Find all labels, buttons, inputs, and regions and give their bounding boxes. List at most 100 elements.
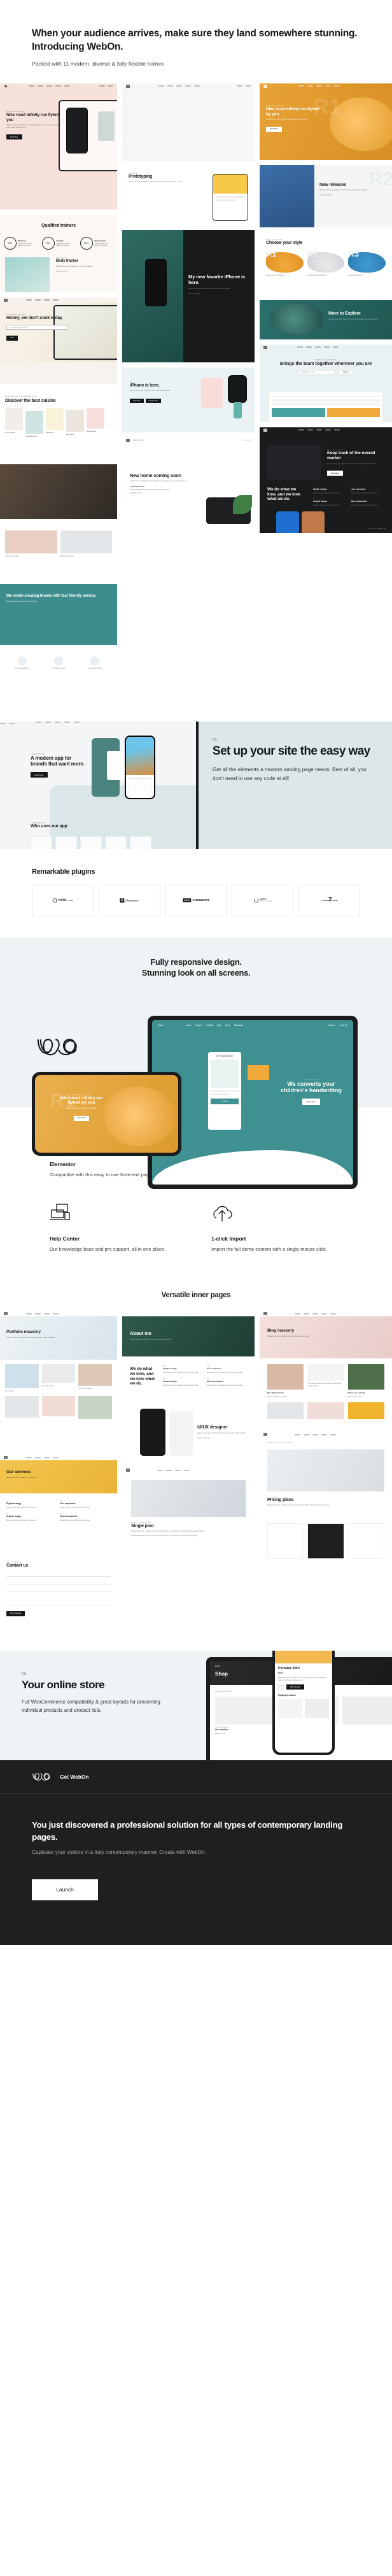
stat-ring: 75% <box>41 236 55 250</box>
thumb-title: Nike react infinity run flyknit by you <box>266 106 320 117</box>
thumb-title: iPhone is here. <box>130 383 160 388</box>
demo-thumbnail[interactable]: DISCOVER THE BEST Honey, we don't cook t… <box>0 297 117 384</box>
store-phone-device[interactable]: Portable Mini $55.00 Aliquam lorem ante,… <box>272 1651 335 1756</box>
inner-page-title: Blog masonry <box>267 1328 295 1334</box>
demo-thumbnail[interactable]: NEW COLLECTION Nike react infinity run f… <box>260 83 392 160</box>
inner-page-thumbnail[interactable]: Blog masonry Aliquam lorem ante, dapibus… <box>260 1311 392 1427</box>
nav-item[interactable]: Home <box>186 1024 192 1027</box>
add-to-cart-button[interactable]: ADD TO CART <box>286 1684 305 1690</box>
phone-device[interactable]: NEW COLLECTION Nike react infinity run f… <box>32 1071 181 1156</box>
section-body: Full WooCommerce compatibility & great l… <box>22 1699 160 1713</box>
inner-page-title: Contact us <box>6 1563 29 1569</box>
submit-button[interactable]: Submit <box>338 370 353 375</box>
cloud-upload-icon <box>213 1206 232 1222</box>
thumb-title: Honey, we don't cook today <box>6 315 62 320</box>
thumb-title: Discover the best cuisine <box>5 398 56 403</box>
inner-page-thumbnail[interactable]: GET IN TOUCH Contact us Send Message <box>0 1555 117 1619</box>
plugin-card-contact-form-7[interactable]: CONTACT FORM 7 <box>298 884 360 916</box>
preview-cta[interactable]: Read More <box>31 772 48 778</box>
thumb-title: Cloud service <box>369 527 386 530</box>
tag: Beverages <box>66 433 74 436</box>
email-input[interactable]: mail@address.com <box>298 370 335 375</box>
inner-page-thumbnail[interactable]: About me Aliquam lorem ante, dapibus in … <box>122 1311 255 1463</box>
webon-logo-icon <box>32 1773 50 1781</box>
demo-thumbnail[interactable]: 01 iPhone is here. Aliquam lorem ante da… <box>122 367 255 432</box>
versatile-heading: Versatile inner pages <box>161 1292 231 1300</box>
search-link[interactable]: Search <box>328 1024 335 1027</box>
inner-page-thumbnail[interactable]: BLOG · 5 MIN READ Single post Aliquam lo… <box>122 1467 255 1575</box>
demo-thumbnail[interactable]: RESTAURANT & FOOD DELIVERY Discover the … <box>0 388 117 459</box>
phone-cta[interactable]: Read More <box>73 1115 90 1121</box>
tablet-title: We converts your children's handwriting <box>281 1080 342 1094</box>
demo-thumbnail[interactable]: My new favorite iPhone is here. Aliquam … <box>122 229 255 362</box>
nav-item[interactable]: Portfolio <box>206 1024 213 1027</box>
inner-page-thumbnail[interactable]: Our services Aliquam lorem ante, dapibus… <box>0 1455 117 1551</box>
plugin-card-woocommerce[interactable]: WOO COMMERCE <box>165 884 227 916</box>
tag: Vegetarian food <box>25 435 37 438</box>
versatile-section: Versatile inner pages Portfolio masonry … <box>0 1279 392 1639</box>
nav-item[interactable]: Shop <box>225 1024 230 1027</box>
tag: Premium food <box>5 431 15 434</box>
demo-thumbnail[interactable]: Let's play and learn Let's play and lear… <box>0 650 117 695</box>
demo-thumbnail[interactable]: SHOP THE LOOK Choose your style R1 Oxygen… <box>260 232 392 295</box>
setup-preview[interactable]: LOREM IPSUM A modern app for brands that… <box>0 721 199 849</box>
page-title: When your audience arrives, make sure th… <box>32 28 358 53</box>
thumb-cta[interactable]: Read More <box>56 271 109 273</box>
store-preview[interactable]: Damn Shop Showing all of 12 results HEAD… <box>191 1651 392 1761</box>
app-store-button[interactable]: App Store <box>130 398 144 403</box>
thumb-cta[interactable]: Read More <box>327 471 343 476</box>
demo-thumbnail[interactable]: SIMPLIFY YOUR WORK Brings the team toget… <box>260 344 392 422</box>
preview-title: A modern app for brands that want more. <box>31 755 85 767</box>
stat-ring: 90% <box>3 236 17 250</box>
thumb-cta[interactable]: Read More <box>266 126 282 132</box>
thumb-body: Aliquam lorem ante, dapibus in, viverra … <box>188 287 231 290</box>
gallery-column-3: NEW COLLECTION Nike react infinity run f… <box>260 83 392 695</box>
demo-thumbnail[interactable]: New releases Aliquam lorem ante dapibus … <box>260 164 392 227</box>
responsive-section: Fully responsive design. Stunning look o… <box>0 937 392 1189</box>
tablet-card-cta[interactable]: Continue <box>211 1098 239 1104</box>
thumb-cta[interactable]: Read More <box>188 293 249 295</box>
demo-thumbnail[interactable]: More to Explore Aliquam lorem ante, dapi… <box>260 299 392 339</box>
setup-section: LOREM IPSUM A modern app for brands that… <box>0 721 392 849</box>
submit-button[interactable]: Send Message <box>6 1611 25 1616</box>
google-play-button[interactable]: Google Play <box>145 398 161 403</box>
nav-item[interactable]: Pages <box>195 1024 202 1027</box>
vgallery-column-1: Portfolio masonry Aliquam lorem ante, da… <box>0 1311 117 1619</box>
plugin-suffix: .ORG <box>68 899 73 902</box>
plugin-card-elementor[interactable]: ▤ elementor <box>98 884 160 916</box>
launch-button[interactable]: Launch <box>32 1879 98 1900</box>
thumb-title: Brings the team together wherever you ar… <box>279 360 372 366</box>
tablet-card-title: Let's play and learn <box>216 1054 233 1057</box>
inner-page-thumbnail[interactable]: HOME / PRICING / PLANS Pricing plans Ali… <box>260 1432 392 1567</box>
nav-item[interactable]: Elements <box>234 1024 243 1027</box>
email-input[interactable]: Add email to find your dish <box>6 325 67 330</box>
demo-thumbnail[interactable]: Secret Theme Get in touch New home coming… <box>122 437 255 527</box>
inner-page-thumbnail[interactable]: Portfolio masonry Aliquam lorem ante, da… <box>0 1311 117 1450</box>
email-input[interactable]: mail@address.com <box>130 486 169 490</box>
thumb-title: Nike react infinity run flyknit by you <box>6 112 66 122</box>
demo-thumbnail[interactable]: Qualified trainers 90% Planning Aliquam lo… <box>0 214 117 292</box>
device-showcase: Damn Home Pages Portfolio Blog Shop Elem… <box>0 989 392 1189</box>
vgallery-column-2: About me Aliquam lorem ante, dapibus in … <box>122 1311 255 1619</box>
responsive-heading-line2: Stunning look on all screens. <box>141 967 251 978</box>
nav-item[interactable]: Blog <box>217 1024 221 1027</box>
demo-thumbnail[interactable]: Aliquam lorem ante Aliquam lorem ante <box>0 523 117 579</box>
demo-thumbnail[interactable] <box>0 464 117 519</box>
inner-page-title: Portfolio masonry <box>6 1330 41 1335</box>
thumb-cta[interactable]: Read More <box>6 134 22 140</box>
demo-thumbnail[interactable]: NEW COLLECTION Nike react infinity run f… <box>0 83 117 210</box>
demo-thumbnail[interactable]: BEST IN CLASS Keep track of the overall … <box>260 427 392 533</box>
demo-thumbnail[interactable] <box>122 83 255 161</box>
tablet-cta[interactable]: Read More <box>302 1099 321 1106</box>
cart-link[interactable]: Cart (0) <box>340 1024 348 1027</box>
product-title: Portable Mini <box>278 1667 300 1671</box>
plugin-card-slider-revolution[interactable]: SLIDER REVOLUTION <box>232 884 294 916</box>
hero-subtitle: Packed with 11 modern, diverse & fully f… <box>32 60 164 67</box>
section-body: Get all the elements a modern landing pa… <box>213 767 367 781</box>
responsive-heading-line1: Fully responsive design. <box>150 957 242 967</box>
thumb-cta[interactable]: Send <box>6 335 18 341</box>
plugin-card-wpml[interactable]: WPML .ORG <box>32 884 94 916</box>
demo-thumbnail[interactable]: We create amazing brands with fast frien… <box>0 583 117 645</box>
demo-thumbnail[interactable]: COMPANY Prototyping Aliquam lorem ante d… <box>122 166 255 225</box>
get-webon-bar[interactable]: Get WebOn <box>0 1760 392 1795</box>
